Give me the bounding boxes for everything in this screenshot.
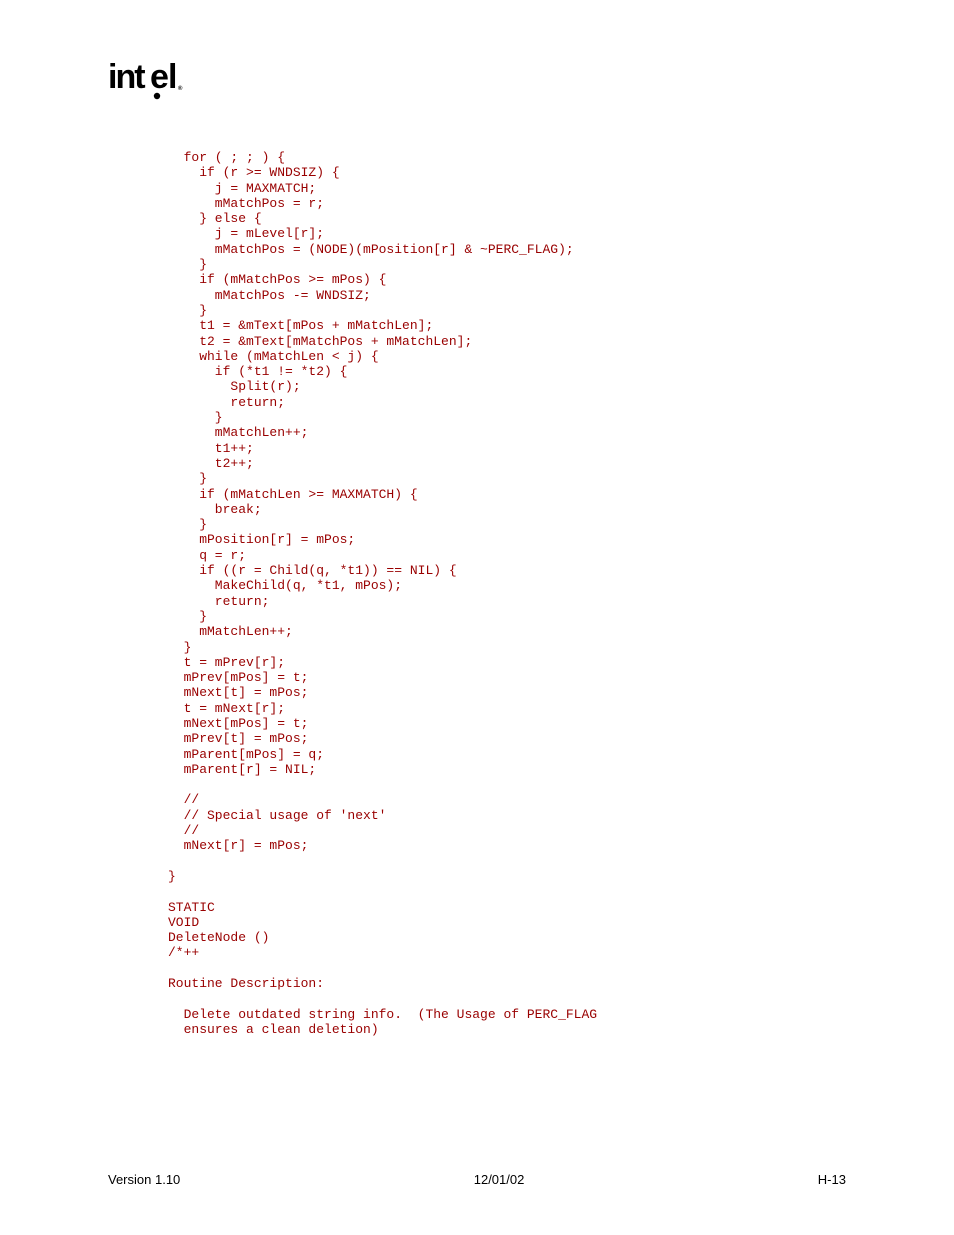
footer-date: 12/01/02 (474, 1172, 525, 1187)
footer-version: Version 1.10 (108, 1172, 180, 1187)
source-code-block: for ( ; ; ) { if (r >= WNDSIZ) { j = MAX… (168, 150, 597, 1037)
footer-page: H-13 (818, 1172, 846, 1187)
svg-text:®: ® (178, 85, 183, 92)
svg-text:int: int (108, 58, 145, 96)
svg-text:l: l (168, 58, 176, 96)
page-footer: Version 1.10 12/01/02 H-13 (108, 1172, 846, 1187)
intel-logo: int e l ® (108, 58, 188, 111)
svg-text:e: e (150, 58, 168, 96)
